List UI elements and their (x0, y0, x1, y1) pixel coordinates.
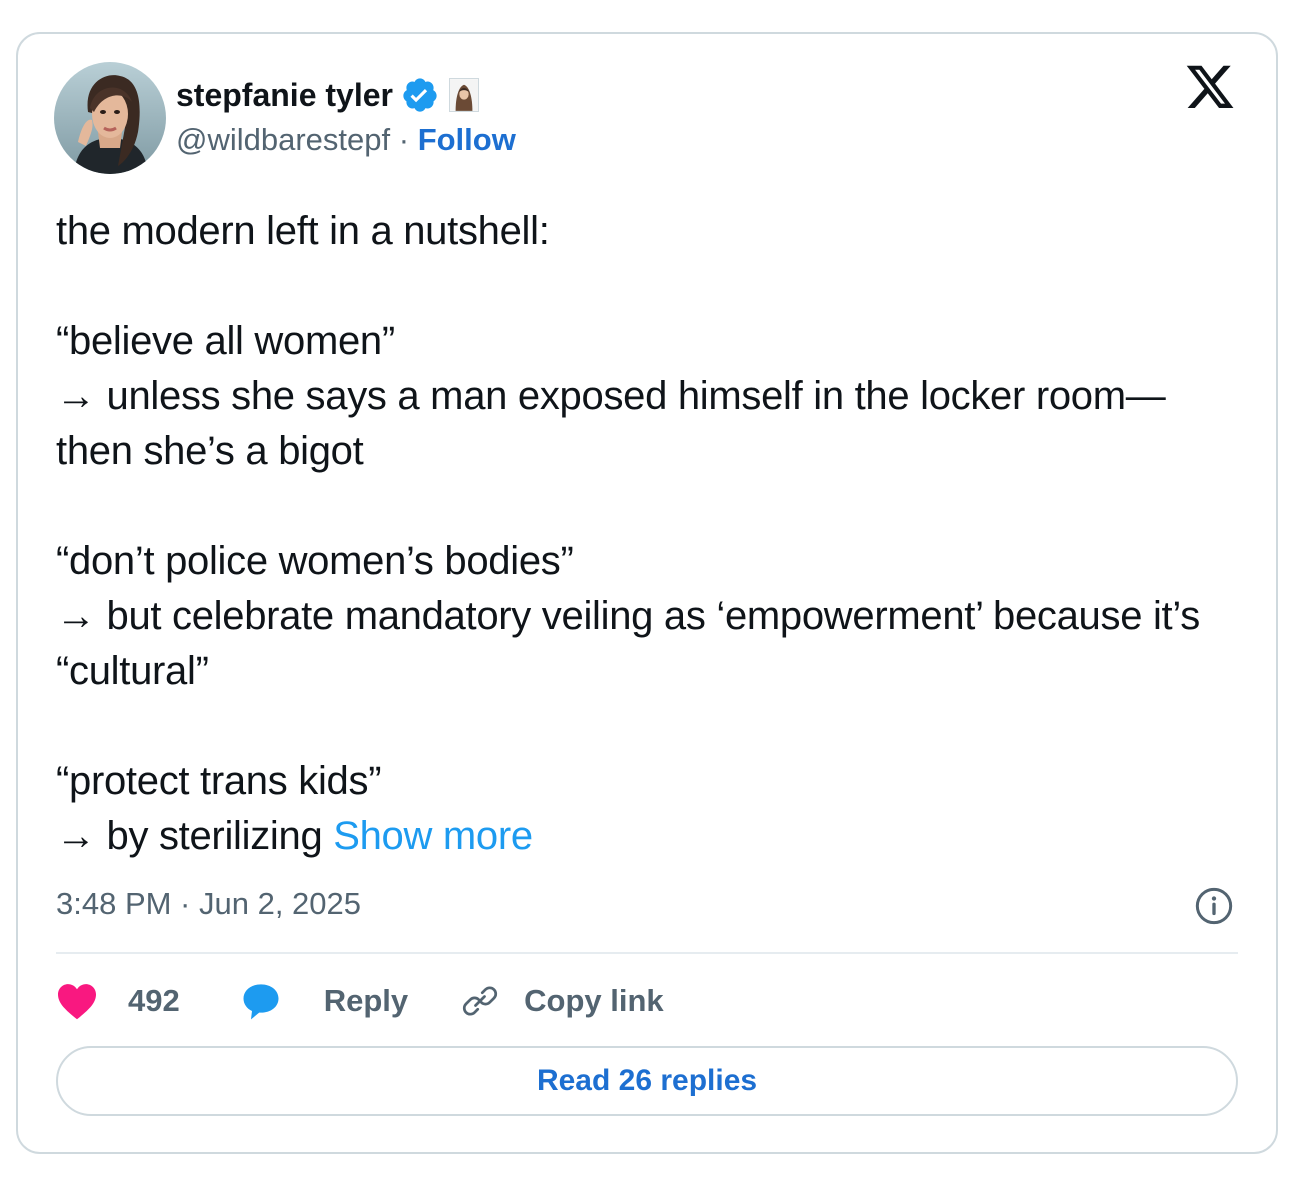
author-handle-row: @wildbarestepf · Follow (176, 122, 516, 158)
reply-button[interactable]: Reply (240, 981, 408, 1021)
author-name-row: stepfanie tyler (176, 72, 479, 118)
tweet-text: the modern left in a nutshell: “believe … (56, 204, 1216, 864)
speech-bubble-icon (243, 984, 279, 1020)
divider (56, 952, 1238, 954)
x-logo-icon[interactable] (1184, 64, 1236, 114)
author-handle[interactable]: @wildbarestepf (176, 122, 390, 157)
info-icon[interactable] (1194, 886, 1234, 926)
tweet-line: the modern left in a nutshell: (56, 209, 550, 253)
author-name[interactable]: stepfanie tyler (176, 77, 393, 114)
affiliate-badge-icon (448, 78, 479, 112)
link-icon (463, 986, 498, 1016)
reply-label: Reply (323, 983, 409, 1018)
like-count: 492 (128, 983, 180, 1018)
tweet-line: → but celebrate mandatory veiling as ‘em… (56, 594, 1200, 693)
tweet-line: → by sterilizing (56, 814, 334, 858)
tweet-last-line: → by sterilizing Show more (56, 809, 1216, 864)
read-replies-button[interactable]: Read 26 replies (56, 1046, 1238, 1116)
action-bar: 492 Reply Copy link (56, 976, 664, 1026)
avatar[interactable] (54, 62, 166, 174)
tweet-line: “believe all women” (56, 319, 395, 363)
tweet-embed-card: stepfanie tyler @wildbarestepf · Follow … (16, 32, 1278, 1154)
show-more-link[interactable]: Show more (333, 814, 533, 858)
tweet-line: → unless she says a man exposed himself … (56, 374, 1166, 473)
tweet-timestamp[interactable]: 3:48 PM · Jun 2, 2025 (56, 886, 361, 922)
heart-icon (58, 984, 96, 1020)
handle-separator: · (390, 122, 418, 157)
verified-badge-icon (403, 78, 437, 112)
avatar-photo (54, 62, 166, 174)
tweet-line: “protect trans kids” (56, 759, 382, 803)
like-button[interactable]: 492 (56, 982, 180, 1020)
copy-link-label: Copy link (524, 983, 664, 1018)
copy-link-button[interactable]: Copy link (462, 983, 664, 1019)
tweet-line: “don’t police women’s bodies” (56, 539, 574, 583)
follow-button[interactable]: Follow (418, 122, 516, 157)
